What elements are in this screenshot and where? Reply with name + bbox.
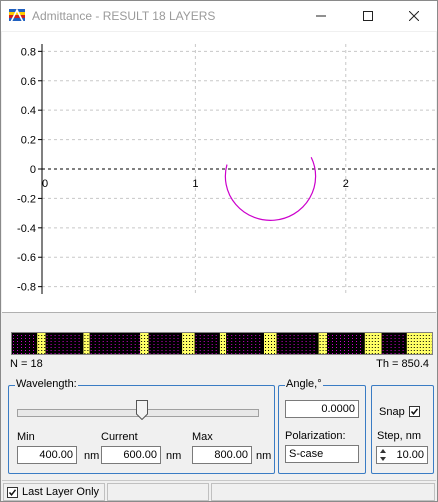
admittance-locus-curve bbox=[224, 156, 317, 221]
min-label: Min bbox=[17, 431, 35, 443]
max-wavelength-input[interactable]: 800.00 bbox=[192, 446, 252, 464]
layer-block bbox=[37, 333, 46, 354]
x-tick-label: 1 bbox=[192, 178, 198, 190]
layer-block bbox=[364, 333, 382, 354]
checkmark-icon bbox=[410, 408, 419, 415]
close-icon bbox=[409, 11, 419, 21]
layer-block bbox=[140, 333, 149, 354]
layer-block bbox=[182, 333, 195, 354]
minimize-button[interactable] bbox=[298, 1, 344, 31]
min-wavelength-input[interactable]: 400.00 bbox=[17, 446, 77, 464]
angle-legend: Angle,° bbox=[285, 378, 323, 390]
layer-block bbox=[264, 333, 277, 354]
current-label: Current bbox=[101, 431, 138, 443]
layer-block bbox=[148, 333, 183, 354]
admittance-window: Admittance - RESULT 18 LAYERS 0.8 0.6 0.4 0… bbox=[0, 0, 438, 502]
layer-block bbox=[406, 333, 438, 354]
max-unit: nm bbox=[256, 450, 272, 462]
layer-block bbox=[12, 333, 38, 354]
wavelength-legend: Wavelength: bbox=[15, 378, 78, 390]
y-tick-label: 0 bbox=[30, 164, 36, 176]
layer-block bbox=[194, 333, 220, 354]
layer-block bbox=[276, 333, 319, 354]
y-tick-label: 0.6 bbox=[21, 76, 36, 88]
maximize-icon bbox=[363, 11, 373, 21]
layer-block bbox=[327, 333, 365, 354]
minimize-icon bbox=[316, 15, 326, 17]
layer-block bbox=[226, 333, 264, 354]
checkmark-icon bbox=[8, 489, 17, 496]
layer-block bbox=[381, 333, 407, 354]
admittance-plot: 0.8 0.6 0.4 0.2 0 -0.2 -0.4 -0.6 -0.8 0 1 2 bbox=[2, 32, 436, 313]
x-tick-label: 0 bbox=[42, 178, 48, 190]
current-wavelength-input[interactable]: 600.00 bbox=[101, 446, 161, 464]
y-tick-label: 0.2 bbox=[21, 135, 36, 147]
app-icon bbox=[9, 9, 25, 23]
status-bar: Last Layer Only bbox=[2, 480, 436, 502]
wavelength-group: Wavelength: Min Current Max 400.00 nm 60… bbox=[8, 378, 275, 474]
title-bar: Admittance - RESULT 18 LAYERS bbox=[1, 1, 437, 31]
snap-checkbox[interactable] bbox=[409, 406, 420, 417]
spin-arrows-icon[interactable] bbox=[380, 448, 386, 462]
layer-block bbox=[83, 333, 90, 354]
min-unit: nm bbox=[84, 450, 100, 462]
layer-stack-graphic bbox=[12, 333, 438, 354]
snap-group: Snap Step, nm 10.00 bbox=[371, 385, 434, 474]
y-tick-label: 0.8 bbox=[21, 46, 36, 58]
current-unit: nm bbox=[166, 450, 182, 462]
layer-stack-bar bbox=[11, 332, 438, 355]
y-tick-label: -0.8 bbox=[17, 282, 36, 294]
polarization-select[interactable]: S-case bbox=[285, 445, 359, 463]
window-title: Admittance - RESULT 18 LAYERS bbox=[32, 9, 216, 23]
wavelength-slider-thumb[interactable] bbox=[136, 400, 148, 420]
layer-block bbox=[219, 333, 227, 354]
angle-input[interactable]: 0.0000 bbox=[285, 400, 359, 418]
last-layer-checkbox[interactable] bbox=[7, 487, 18, 498]
snap-label: Snap bbox=[379, 406, 405, 418]
layer-block bbox=[45, 333, 84, 354]
y-tick-label: -0.2 bbox=[17, 193, 36, 205]
layer-block bbox=[318, 333, 327, 354]
y-tick-label: -0.6 bbox=[17, 252, 36, 264]
y-tick-label: -0.4 bbox=[17, 223, 36, 235]
y-tick-label: 0.4 bbox=[21, 105, 36, 117]
last-layer-label: Last Layer Only bbox=[22, 486, 100, 498]
layer-stack-panel: N = 18 Th = 850.4 bbox=[6, 330, 438, 373]
plot-canvas: 0.8 0.6 0.4 0.2 0 -0.2 -0.4 -0.6 -0.8 0 1 2 bbox=[17, 44, 436, 294]
status-pane-3 bbox=[211, 483, 435, 501]
x-tick-label: 2 bbox=[343, 178, 349, 190]
step-label: Step, nm bbox=[377, 430, 422, 442]
layer-block bbox=[89, 333, 141, 354]
close-button[interactable] bbox=[391, 1, 437, 31]
maximize-button[interactable] bbox=[345, 1, 391, 31]
status-pane-2 bbox=[107, 483, 209, 501]
polarization-label: Polarization: bbox=[285, 430, 346, 442]
last-layer-pane: Last Layer Only bbox=[3, 483, 105, 501]
max-label: Max bbox=[192, 431, 213, 443]
angle-group: Angle,° 0.0000 Polarization: S-case bbox=[278, 378, 366, 474]
layer-count-label: N = 18 bbox=[10, 358, 43, 370]
thickness-label: Th = 850.4 bbox=[376, 358, 429, 370]
